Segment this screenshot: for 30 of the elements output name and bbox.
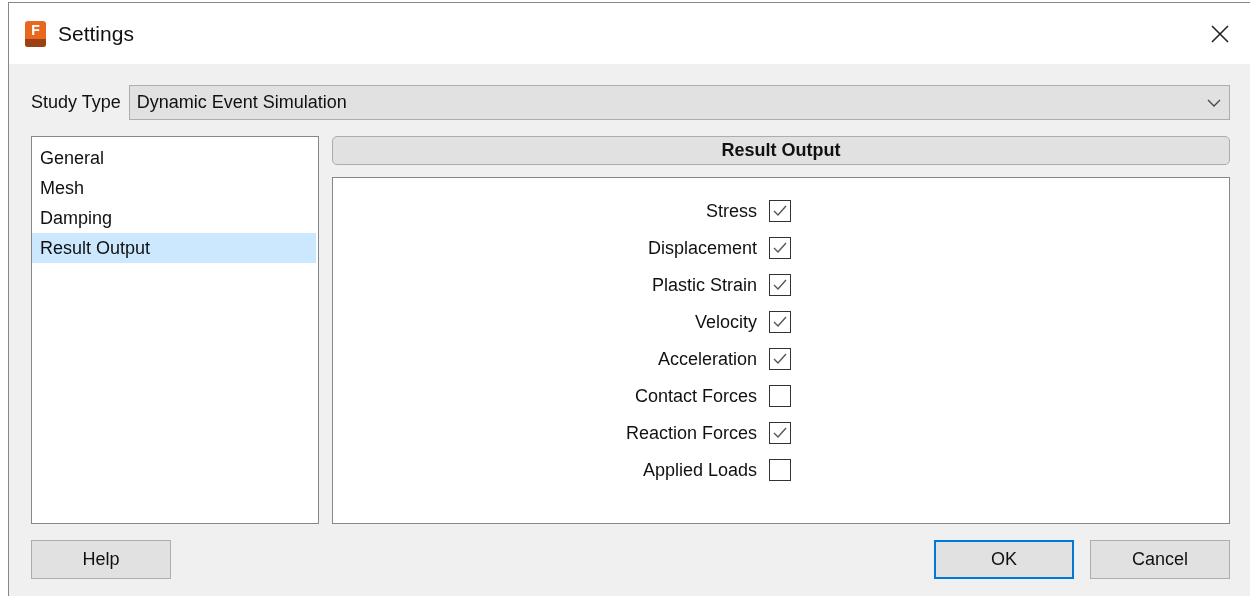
app-icon: F [25,20,46,47]
option-label: Reaction Forces [624,422,757,444]
category-item[interactable]: Damping [32,203,316,233]
checkbox[interactable] [769,459,791,481]
study-type-label: Study Type [31,92,121,113]
category-item[interactable]: General [32,143,316,173]
option-label: Displacement [646,237,757,259]
category-item[interactable]: Mesh [32,173,316,203]
checkbox[interactable] [769,274,791,296]
option-label: Applied Loads [641,459,757,481]
option-label: Contact Forces [633,385,757,407]
study-type-dropdown[interactable]: Dynamic Event Simulation [128,85,1230,120]
help-button[interactable]: Help [31,540,171,579]
option-label: Acceleration [656,348,757,370]
chevron-down-icon [1207,98,1221,107]
checkbox[interactable] [769,422,791,444]
category-item[interactable]: Result Output [32,233,316,263]
ok-button[interactable]: OK [934,540,1074,579]
window-title: Settings [58,21,134,46]
option-label: Velocity [693,311,757,333]
cancel-button[interactable]: Cancel [1090,540,1230,579]
checkbox[interactable] [769,385,791,407]
close-icon[interactable] [1210,23,1230,44]
option-label: Stress [705,200,757,222]
option-label: Plastic Strain [650,274,757,296]
checkbox[interactable] [769,311,791,333]
checkbox[interactable] [769,200,791,222]
checkbox[interactable] [769,348,791,370]
section-header: Result Output [332,136,1230,165]
checkbox[interactable] [769,237,791,259]
